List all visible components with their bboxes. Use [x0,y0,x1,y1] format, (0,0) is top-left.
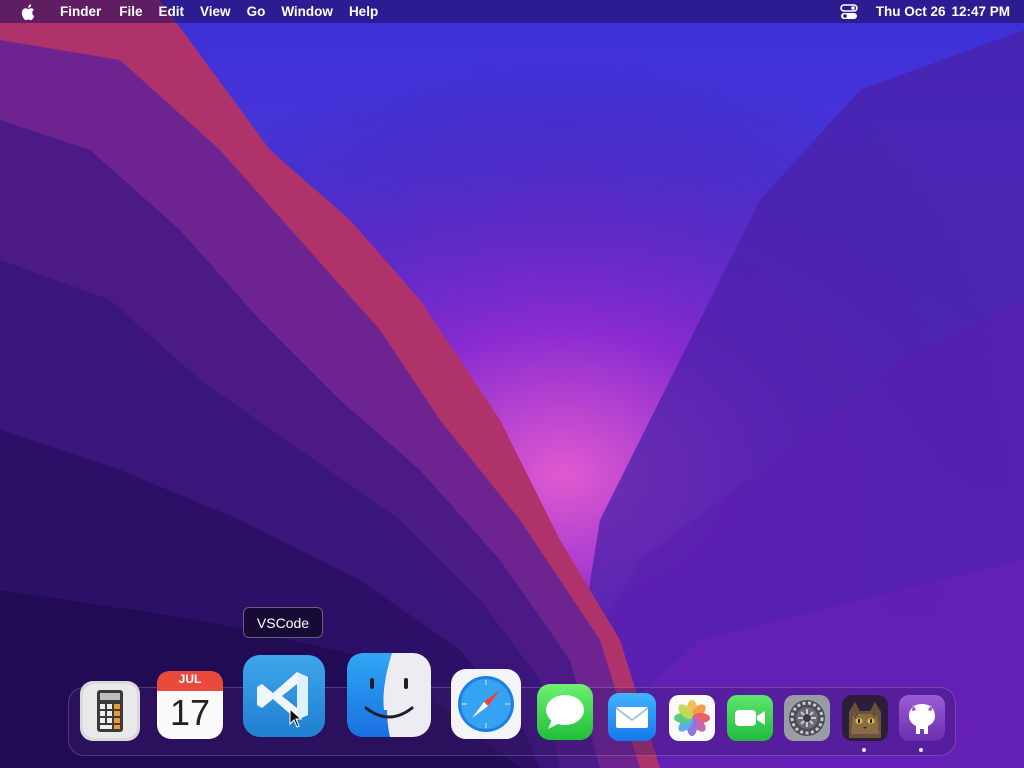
menu-clock[interactable]: Thu Oct 26 12:47 PM [876,4,1016,19]
menu-edit[interactable]: Edit [159,4,185,19]
mouse-pointer-icon [289,708,303,728]
messages-icon[interactable] [536,683,594,741]
gear-icon[interactable] [783,694,831,742]
menu-app-name[interactable]: Finder [60,4,101,19]
wallpaper [0,0,1024,768]
dock-tooltip: VSCode [243,607,323,638]
menu-go[interactable]: Go [247,4,266,19]
calendar-month: JUL [178,672,202,686]
facetime-icon[interactable] [726,694,774,742]
photos-icon[interactable] [668,694,716,742]
desktop[interactable]: Finder File Edit View Go Window Help Thu… [0,0,1024,768]
clock-time: 12:47 PM [951,4,1010,19]
control-center-icon[interactable] [839,3,858,20]
menu-help[interactable]: Help [349,4,378,19]
clock-date: Thu Oct 26 [875,4,946,19]
vscode-icon[interactable] [242,654,326,738]
menu-bar: Finder File Edit View Go Window Help Thu… [0,0,1024,23]
calendar-icon[interactable]: JUL 17 [156,670,224,740]
menu-view[interactable]: View [200,4,231,19]
menu-file[interactable]: File [119,4,142,19]
finder-icon[interactable] [346,652,432,738]
menu-window[interactable]: Window [281,4,333,19]
github-icon[interactable] [898,694,946,742]
calendar-day: 17 [169,692,211,733]
calculator-icon[interactable] [79,680,141,742]
mail-icon[interactable] [607,692,657,742]
running-indicator [862,748,866,752]
running-indicator [919,748,923,752]
apple-icon[interactable] [20,3,38,21]
cat-icon[interactable] [841,694,889,742]
safari-icon[interactable] [450,668,522,740]
